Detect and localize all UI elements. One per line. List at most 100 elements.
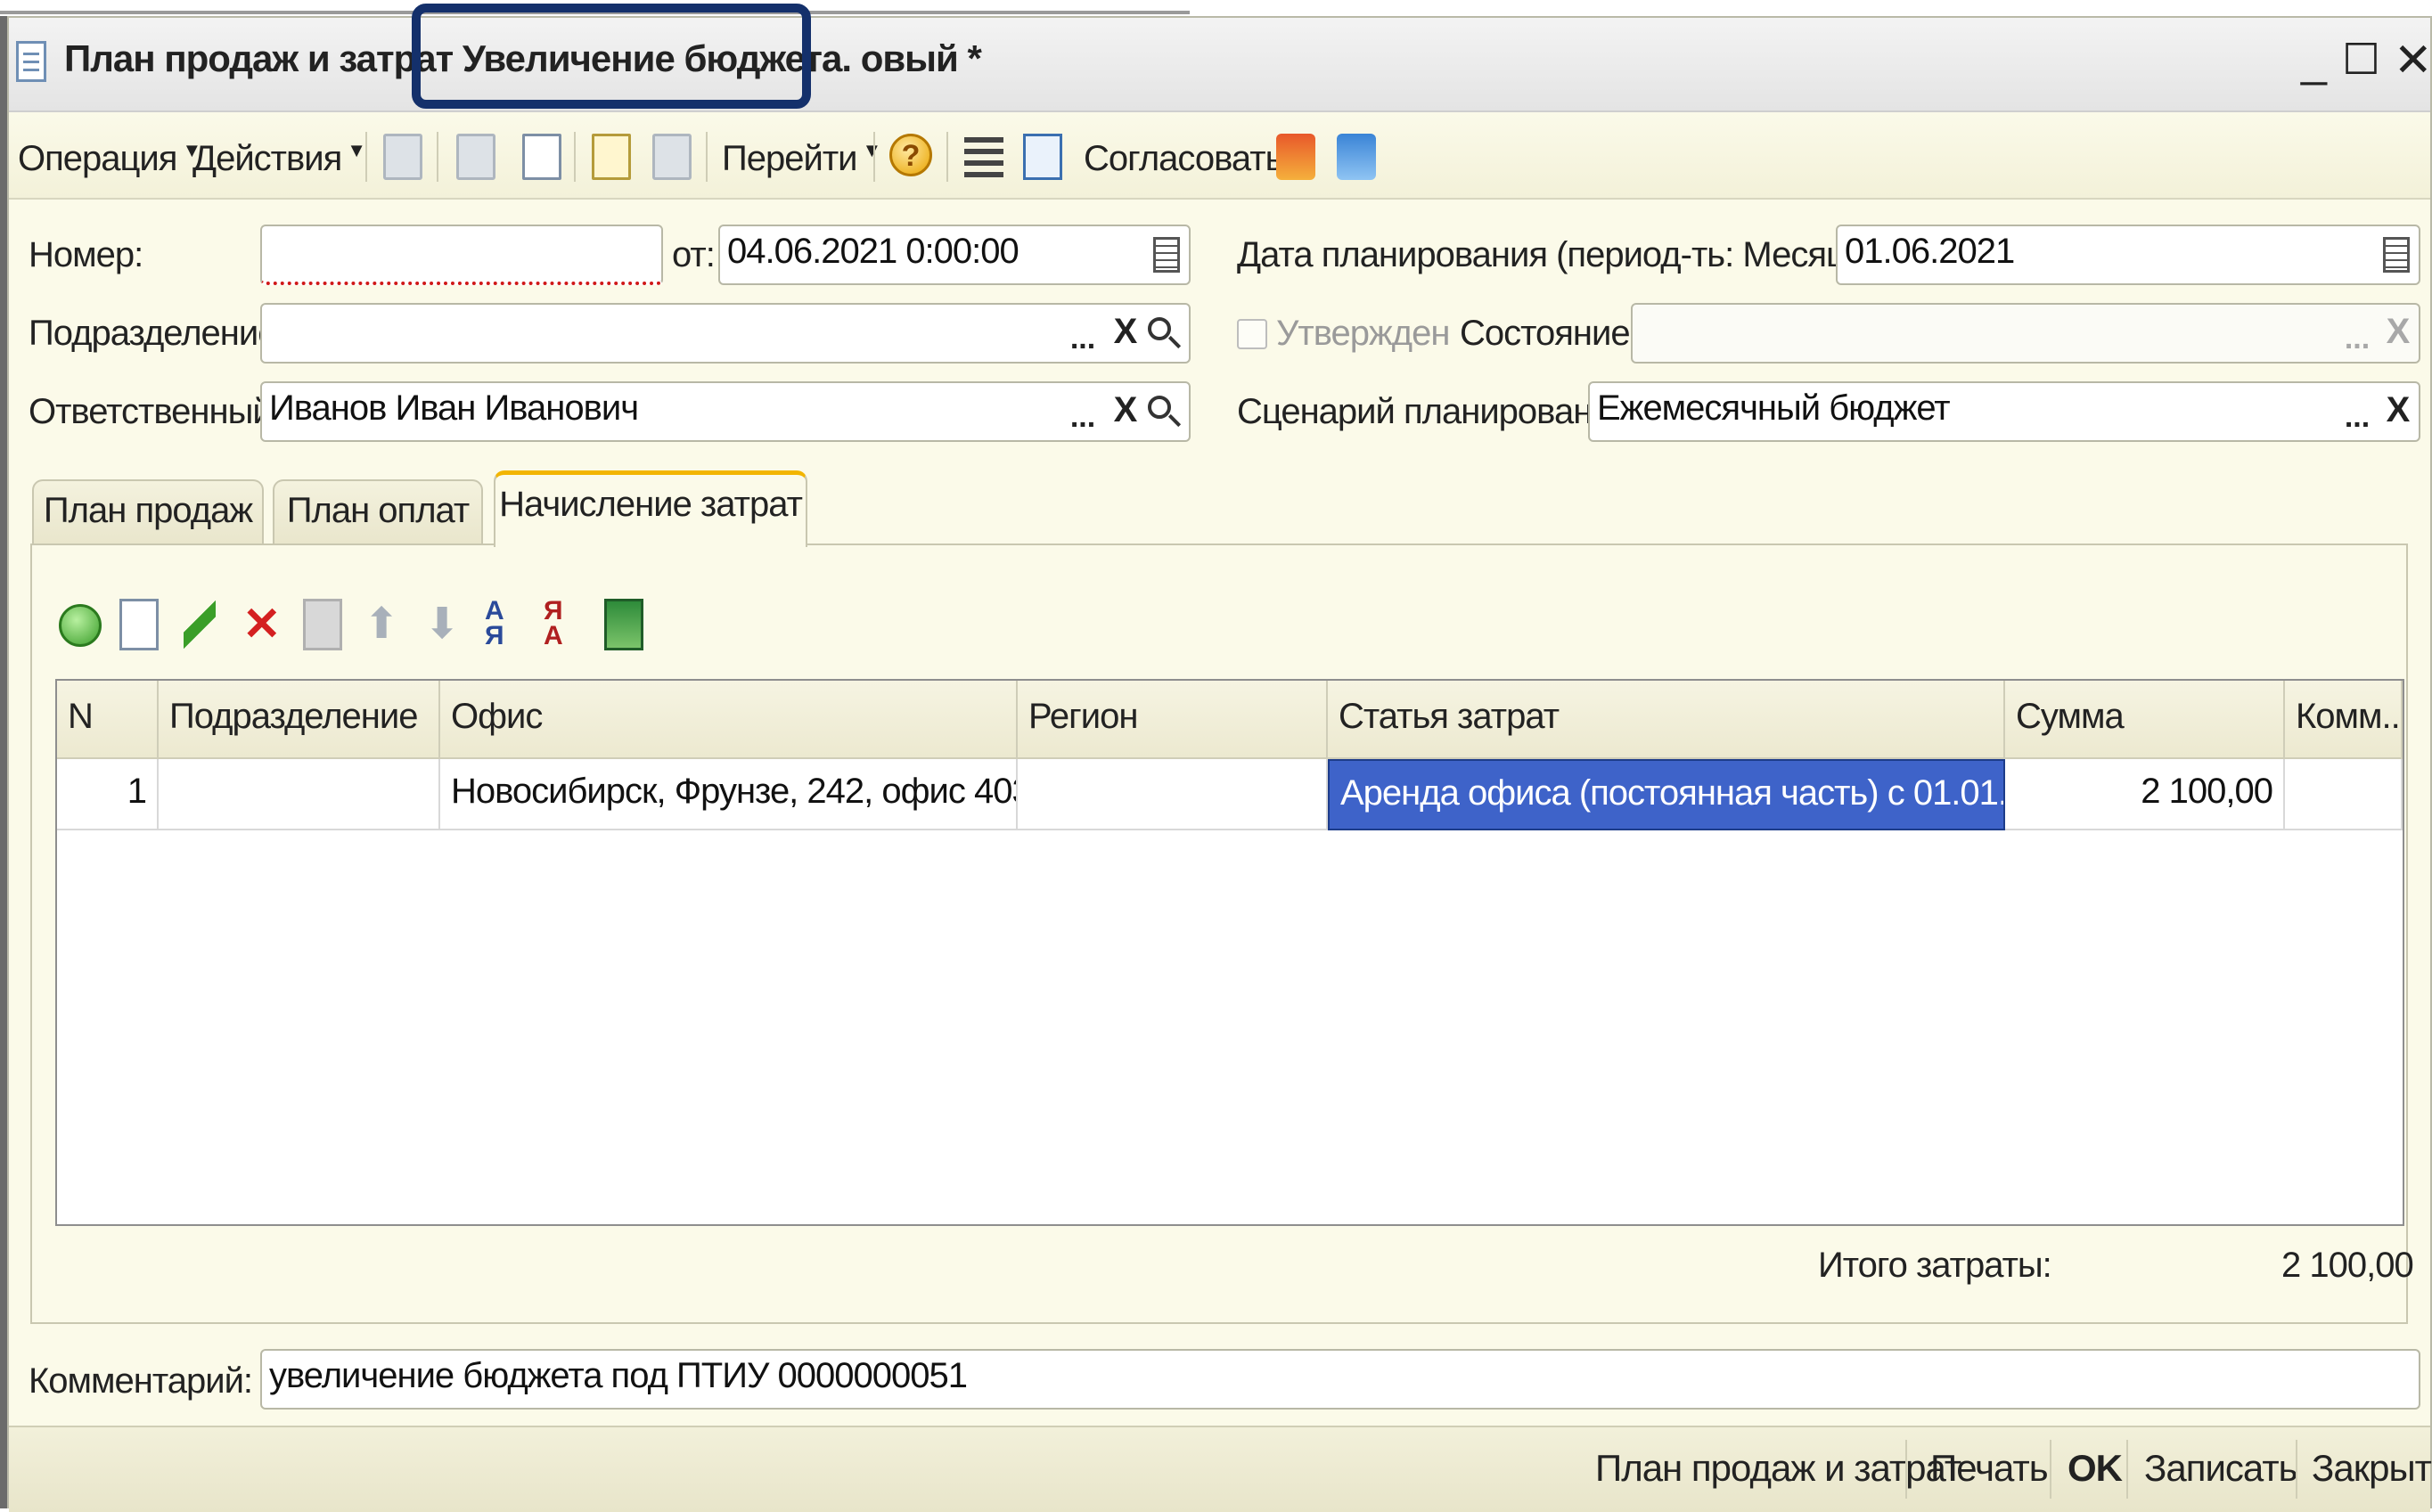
actions-menu-label: Действия <box>192 139 342 178</box>
planning-date-label: Дата планирования (период-ть: Месяц): <box>1237 235 1866 274</box>
column-header-office[interactable]: Офис <box>440 681 1018 759</box>
edit-row-icon[interactable] <box>184 599 216 650</box>
maximize-button[interactable]: ☐ <box>2342 37 2380 84</box>
delete-row-icon[interactable]: ✕ <box>242 599 282 650</box>
footer-separator <box>2050 1440 2051 1499</box>
table-cell-cost-item[interactable]: Аренда офиса (постоянная часть) с 01.01.… <box>1328 759 2005 830</box>
scenario-label: Сценарий планирования: <box>1237 392 1639 431</box>
from-label: от: <box>672 235 716 274</box>
main-toolbar: Операция ▼ Действия ▼ Перейти ▼ ? Согласова… <box>9 112 2430 200</box>
end-edit-icon[interactable] <box>303 599 342 650</box>
responsible-select-button[interactable]: ... <box>1062 381 1103 442</box>
responsible-label: Ответственный: <box>29 392 282 431</box>
sort-ascending-icon[interactable]: АЯ <box>485 598 524 650</box>
table-cell-comment[interactable] <box>2285 759 2403 830</box>
tab-sales-plan[interactable]: План продаж <box>32 479 264 544</box>
post-document-icon[interactable] <box>383 134 422 180</box>
move-down-icon[interactable]: ⬇ <box>424 599 463 650</box>
refresh-icon[interactable] <box>456 134 495 180</box>
title-highlight-frame <box>412 4 811 109</box>
total-costs-label: Итого затраты: <box>1818 1246 2052 1285</box>
search-icon[interactable] <box>1148 317 1171 340</box>
footer-separator <box>2126 1440 2128 1499</box>
responsible-field[interactable]: Иванов Иван Иванович <box>260 381 1191 442</box>
responsible-clear-button[interactable]: X <box>1105 381 1146 442</box>
print-button[interactable]: Печать <box>1930 1447 2049 1490</box>
copy-row-icon[interactable] <box>119 599 159 650</box>
column-header-cost-item[interactable]: Статья затрат <box>1328 681 2005 759</box>
ok-button[interactable]: OK <box>2068 1447 2123 1490</box>
user-approve-icon[interactable] <box>1276 134 1315 180</box>
copy-document-icon[interactable] <box>522 134 561 180</box>
state-label: Состояние: <box>1460 314 1640 353</box>
planning-date-field[interactable]: 01.06.2021 <box>1836 225 2420 285</box>
comment-field[interactable]: увеличение бюджета под ПТИУ 0000000051 <box>260 1349 2420 1410</box>
scenario-field[interactable]: Ежемесячный бюджет <box>1588 381 2420 442</box>
table-cell-department[interactable] <box>159 759 440 830</box>
chevron-down-icon: ▼ <box>347 139 366 161</box>
title-prefix: План продаж и затрат <box>64 37 454 79</box>
column-header-department[interactable]: Подразделение <box>159 681 440 759</box>
footer-bar: План продаж и затрат Печать OK Записать … <box>9 1426 2432 1512</box>
calendar-icon[interactable] <box>1153 237 1180 273</box>
approved-checkbox[interactable] <box>1237 319 1267 349</box>
goto-menu[interactable]: Перейти ▼ <box>722 139 881 179</box>
close-window-button[interactable]: ✕ <box>2394 37 2432 84</box>
table-cell-office[interactable]: Новосибирск, Фрунзе, 242, офис 403 <box>440 759 1018 830</box>
screenshot: План продаж и затрат Увеличение бюджета.… <box>0 0 2432 1512</box>
comment-label: Комментарий: <box>29 1361 253 1401</box>
column-header-comment[interactable]: Комм... <box>2285 681 2403 759</box>
state-clear-button[interactable]: X <box>2378 303 2419 364</box>
state-field[interactable] <box>1631 303 2420 364</box>
tab-payment-plan[interactable]: План оплат <box>273 479 483 544</box>
sort-descending-icon[interactable]: ЯА <box>544 598 583 650</box>
calendar-icon[interactable] <box>2383 237 2410 273</box>
crop-edge <box>0 16 7 1508</box>
table-cell-region[interactable] <box>1018 759 1328 830</box>
search-icon[interactable] <box>1148 396 1171 419</box>
title-suffix: овый * <box>860 37 982 79</box>
send-mail-icon[interactable] <box>1337 134 1376 180</box>
fill-table-icon[interactable] <box>604 599 643 650</box>
column-header-region[interactable]: Регион <box>1018 681 1328 759</box>
column-header-sum[interactable]: Сумма <box>2005 681 2285 759</box>
move-up-icon[interactable]: ⬆ <box>364 599 403 650</box>
actions-menu[interactable]: Действия ▼ <box>192 139 366 179</box>
toolbar-separator <box>873 132 875 182</box>
state-select-button[interactable]: ... <box>2337 303 2378 364</box>
list-icon[interactable] <box>964 134 1003 180</box>
document-icon <box>16 41 46 82</box>
close-button[interactable]: Закрыть <box>2312 1447 2432 1490</box>
total-costs-value: 2 100,00 <box>2281 1246 2414 1285</box>
toolbar-separator <box>706 132 708 182</box>
approved-label: Утвержден <box>1276 314 1450 353</box>
department-select-button[interactable]: ... <box>1062 303 1103 364</box>
checklist-icon[interactable] <box>1023 134 1062 180</box>
operation-menu[interactable]: Операция ▼ <box>18 139 201 179</box>
column-header-n[interactable]: N <box>57 681 159 759</box>
toolbar-separator <box>437 132 438 182</box>
department-field[interactable] <box>260 303 1191 364</box>
operation-menu-label: Операция <box>18 139 177 178</box>
approve-button[interactable]: Согласовать <box>1084 139 1283 179</box>
department-clear-button[interactable]: X <box>1105 303 1146 364</box>
table-cell-n[interactable]: 1 <box>57 759 159 830</box>
title-bar[interactable]: План продаж и затрат Увеличение бюджета.… <box>9 4 2432 112</box>
minimize-button[interactable]: _ <box>2301 37 2327 84</box>
number-label: Номер: <box>29 235 143 274</box>
date-from-field[interactable]: 04.06.2021 0:00:00 <box>718 225 1191 285</box>
goto-menu-label: Перейти <box>722 139 857 178</box>
document-window: План продаж и затрат Увеличение бюджета.… <box>7 4 2432 1512</box>
scenario-select-button[interactable]: ... <box>2337 381 2378 442</box>
help-icon[interactable]: ? <box>889 134 932 176</box>
structure-icon[interactable] <box>652 134 692 180</box>
tab-cost-accrual[interactable]: Начисление затрат <box>494 470 807 547</box>
toolbar-separator <box>946 132 948 182</box>
scenario-clear-button[interactable]: X <box>2378 381 2419 442</box>
cost-table: N Подразделение Офис Регион Статья затра… <box>55 679 2404 1226</box>
add-row-icon[interactable] <box>59 604 102 647</box>
number-field[interactable] <box>260 225 663 285</box>
enter-based-on-icon[interactable] <box>592 134 631 180</box>
table-cell-sum[interactable]: 2 100,00 <box>2005 759 2285 830</box>
save-button[interactable]: Записать <box>2144 1447 2297 1490</box>
